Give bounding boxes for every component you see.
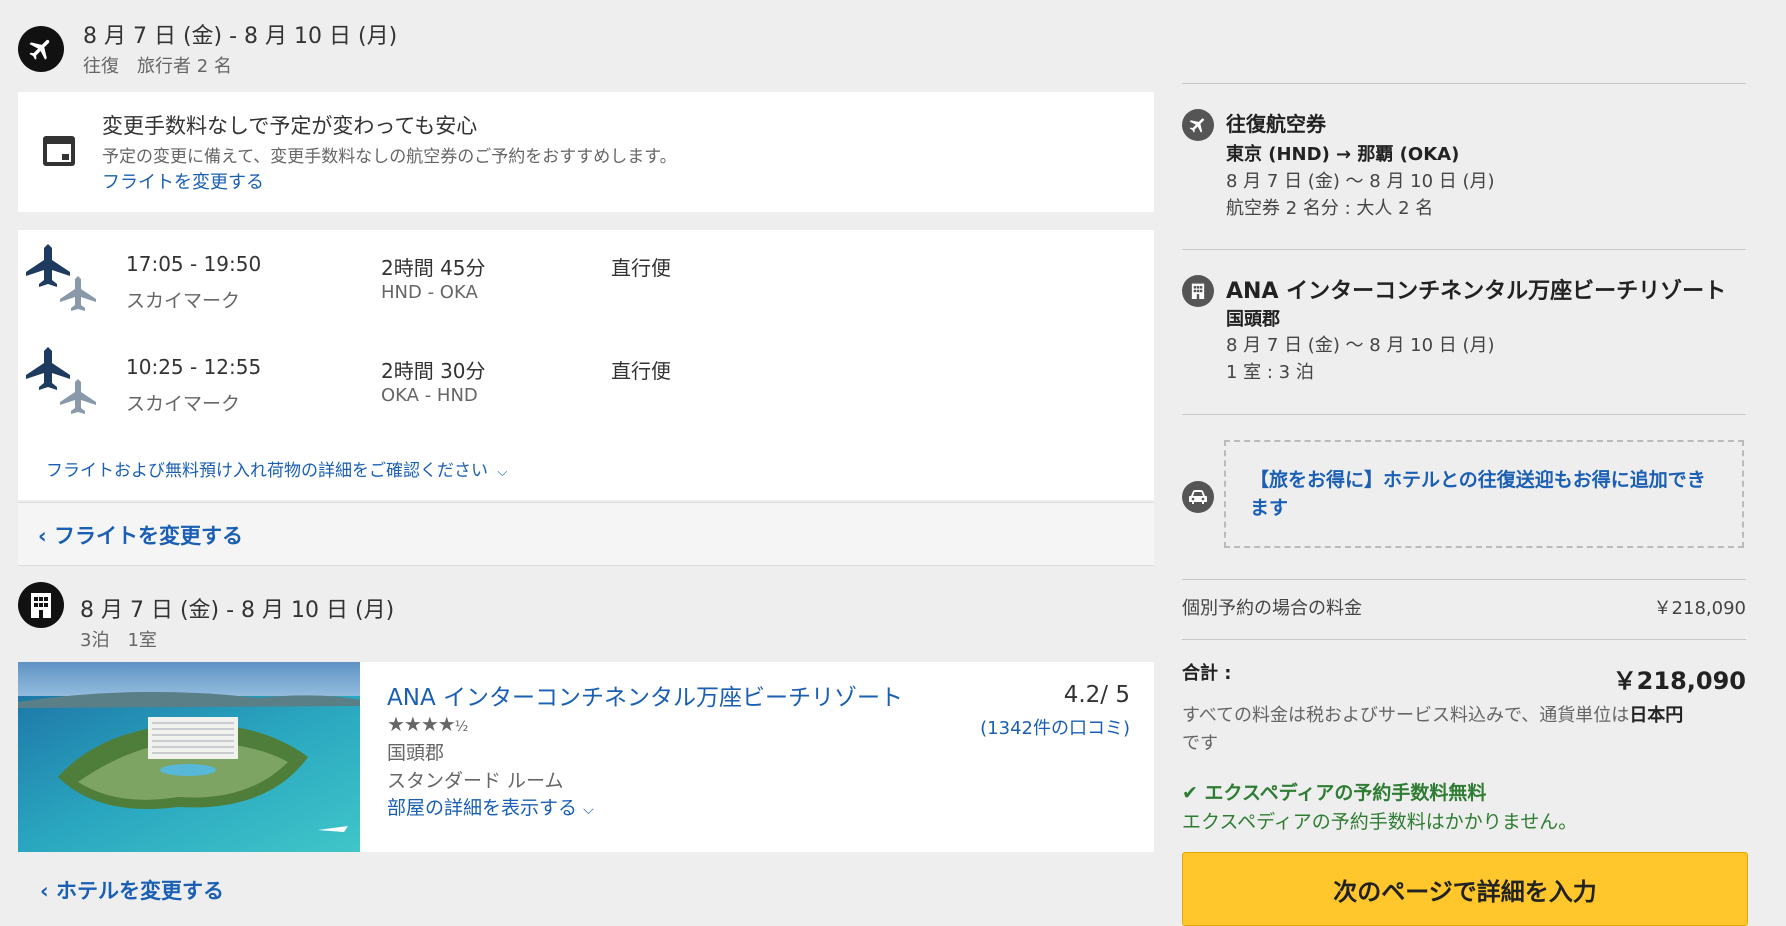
change-flight-bar: ‹ フライトを変更する [18, 502, 1154, 566]
chevron-left-icon: ‹ [40, 879, 49, 903]
total-price: ￥218,090 [1612, 667, 1746, 695]
hotel-reviews-link[interactable]: (1342件の口コミ) [980, 714, 1130, 740]
change-hotel-label: ホテルを変更する [55, 879, 224, 903]
tax-note-end: です [1182, 733, 1218, 754]
airline-icon [26, 339, 106, 423]
fee-free-title: ✔ エクスペディアの予約手数料無料 [1182, 778, 1486, 805]
change-flight-label: フライトを変更する [53, 524, 243, 548]
notice-title: 変更手数料なしで予定が変わっても安心 [102, 114, 478, 138]
flight-details-link[interactable]: フライトおよび無料預け入れ荷物の詳細をご確認ください ⌵ [46, 456, 507, 481]
total-label: 合計 : [1182, 663, 1232, 684]
star-icon: ★★★★ [387, 712, 456, 736]
summary-divider [1182, 579, 1746, 580]
chevron-left-icon: ‹ [38, 524, 47, 548]
summary-flight-route: 東京 (HND) → 那覇 (OKA) [1226, 144, 1460, 165]
calendar-icon [42, 134, 76, 168]
summary-hotel-location: 国頭郡 [1226, 309, 1280, 330]
hotel-card: ANA インターコンチネンタル万座ビーチリゾート ★★★★½ 国頭郡 スタンダー… [18, 662, 1154, 852]
flight-airline: スカイマーク [126, 393, 241, 415]
plane-icon [18, 26, 64, 72]
hotel-photo[interactable] [18, 662, 360, 852]
notice-desc: 予定の変更に備えて、変更手数料なしの航空券のご予約をおすすめします。 [102, 147, 677, 167]
half-star-icon: ½ [454, 719, 469, 735]
change-fee-notice: 変更手数料なしで予定が変わっても安心 予定の変更に備えて、変更手数料なしの航空券… [18, 92, 1154, 212]
hotel-stay-info: 3泊 1室 [80, 630, 157, 651]
flight-time: 17:05 - 19:50 [126, 252, 262, 276]
flight-route: OKA - HND [381, 385, 478, 406]
flights-card: 17:05 - 19:50 スカイマーク 2時間 45分 HND - OKA 直… [18, 230, 1154, 500]
flight-airline: スカイマーク [126, 290, 241, 312]
continue-to-details-button[interactable]: 次のページで詳細を入力 [1182, 852, 1748, 926]
change-hotel-link[interactable]: ‹ ホテルを変更する [40, 875, 224, 905]
hotel-rating-score: 4.2/ 5 [1063, 682, 1130, 708]
hotel-location: 国頭郡 [387, 742, 445, 764]
summary-flight-tickets: 航空券 2 名分 : 大人 2 名 [1226, 198, 1434, 219]
separate-booking-price: ￥218,090 [1653, 598, 1746, 619]
summary-divider [1182, 83, 1746, 84]
checkmark-icon: ✔ [1182, 782, 1198, 804]
room-details-link[interactable]: 部屋の詳細を表示する ⌵ [387, 793, 594, 820]
change-flight-link[interactable]: ‹ フライトを変更する [38, 520, 243, 550]
car-icon [1182, 481, 1214, 513]
flight-type: 直行便 [611, 359, 671, 383]
flight-type: 直行便 [611, 256, 671, 280]
hotel-room-type: スタンダード ルーム [387, 770, 564, 792]
tax-note: すべての料金は税およびサービス料込みで、通貨単位は日本円 です [1182, 702, 1742, 758]
tax-note-currency: 日本円 [1629, 705, 1684, 726]
transfer-offer-text: 【旅をお得に】ホテルとの往復送迎もお得に追加できます [1250, 469, 1706, 519]
summary-divider [1182, 414, 1746, 415]
double-chevron-down-icon: ⌵ [583, 802, 594, 818]
flight-duration: 2時間 30分 [381, 359, 486, 383]
fee-free-desc: エクスペディアの予約手数料はかかりません。 [1182, 811, 1578, 833]
hotel-building-icon [1182, 275, 1214, 307]
flight-row: 17:05 - 19:50 スカイマーク 2時間 45分 HND - OKA 直… [18, 230, 1154, 330]
summary-flight-title: 往復航空券 [1226, 112, 1326, 136]
hotel-building-icon [18, 582, 64, 628]
plane-icon [1182, 109, 1214, 141]
summary-divider [1182, 639, 1746, 640]
flight-dates: 8 月 7 日 (金) - 8 月 10 日 (月) [83, 24, 398, 49]
tax-note-text: すべての料金は税およびサービス料込みで、通貨単位は [1182, 705, 1630, 726]
hotel-dates: 8 月 7 日 (金) - 8 月 10 日 (月) [80, 598, 395, 623]
airline-icon [26, 236, 106, 320]
flight-details-label: フライトおよび無料預け入れ荷物の詳細をご確認ください [46, 461, 488, 481]
transfer-offer-box[interactable]: 【旅をお得に】ホテルとの往復送迎もお得に追加できます [1224, 440, 1744, 548]
hotel-star-rating: ★★★★½ [387, 712, 469, 736]
flight-duration: 2時間 45分 [381, 256, 486, 280]
fee-free-title-text: エクスペディアの予約手数料無料 [1204, 782, 1487, 804]
flight-time: 10:25 - 12:55 [126, 355, 262, 379]
separate-booking-label: 個別予約の場合の料金 [1182, 598, 1362, 619]
summary-hotel-title: ANA インターコンチネンタル万座ビーチリゾート [1226, 279, 1727, 304]
double-chevron-down-icon: ⌵ [497, 465, 508, 480]
summary-flight-dates: 8 月 7 日 (金) ～ 8 月 10 日 (月) [1226, 171, 1495, 192]
summary-divider [1182, 249, 1746, 250]
summary-hotel-rooms: 1 室 : 3 泊 [1226, 362, 1314, 383]
summary-hotel-dates: 8 月 7 日 (金) ～ 8 月 10 日 (月) [1226, 335, 1495, 356]
room-details-label: 部屋の詳細を表示する [387, 797, 578, 819]
flight-trip-info: 往復 旅行者 2 名 [83, 56, 232, 77]
notice-change-flight-link[interactable]: フライトを変更する [102, 168, 264, 194]
flight-route: HND - OKA [381, 282, 478, 303]
hotel-name-link[interactable]: ANA インターコンチネンタル万座ビーチリゾート [387, 678, 903, 712]
flight-row: 10:25 - 12:55 スカイマーク 2時間 30分 OKA - HND 直… [18, 333, 1154, 433]
